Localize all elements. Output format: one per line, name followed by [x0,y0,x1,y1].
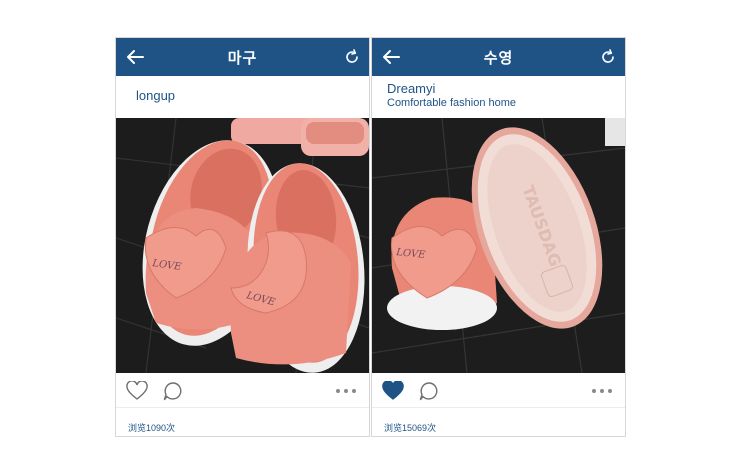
more-dots-icon[interactable] [591,388,613,394]
author-name[interactable]: Dreamyi [387,81,435,96]
refresh-icon[interactable] [344,49,360,65]
post-author-row: longup [116,76,369,118]
post-card: 수영 Dreamyi Comfortable fashion home TAUS… [371,37,626,437]
slippers-photo: TAUSDAG LOVE [372,118,625,373]
post-header-bar: 수영 [372,38,625,76]
view-count: 浏览1090次 [128,423,176,433]
post-action-bar [372,373,625,408]
view-count: 浏览15069次 [384,423,437,433]
comment-icon[interactable] [419,381,440,401]
post-header-title: 마구 [227,50,258,67]
heart-icon[interactable] [382,381,404,401]
post-action-bar [116,373,369,408]
author-name[interactable]: longup [136,88,175,103]
post-photo[interactable]: LOVE LOVE [116,118,369,373]
post-header-bar: 마구 [116,38,369,76]
comment-icon[interactable] [163,381,184,401]
author-bio: Comfortable fashion home [387,97,517,109]
post-header-title: 수영 [483,50,514,67]
more-dots-icon[interactable] [335,388,357,394]
post-photo[interactable]: TAUSDAG LOVE [372,118,625,373]
slippers-photo: LOVE LOVE [116,118,369,373]
post-card: 마구 longup LOVE LOVE 浏览1090次 [115,37,370,437]
post-author-row: Dreamyi Comfortable fashion home [372,76,625,118]
refresh-icon[interactable] [600,49,616,65]
heart-icon[interactable] [126,381,148,401]
